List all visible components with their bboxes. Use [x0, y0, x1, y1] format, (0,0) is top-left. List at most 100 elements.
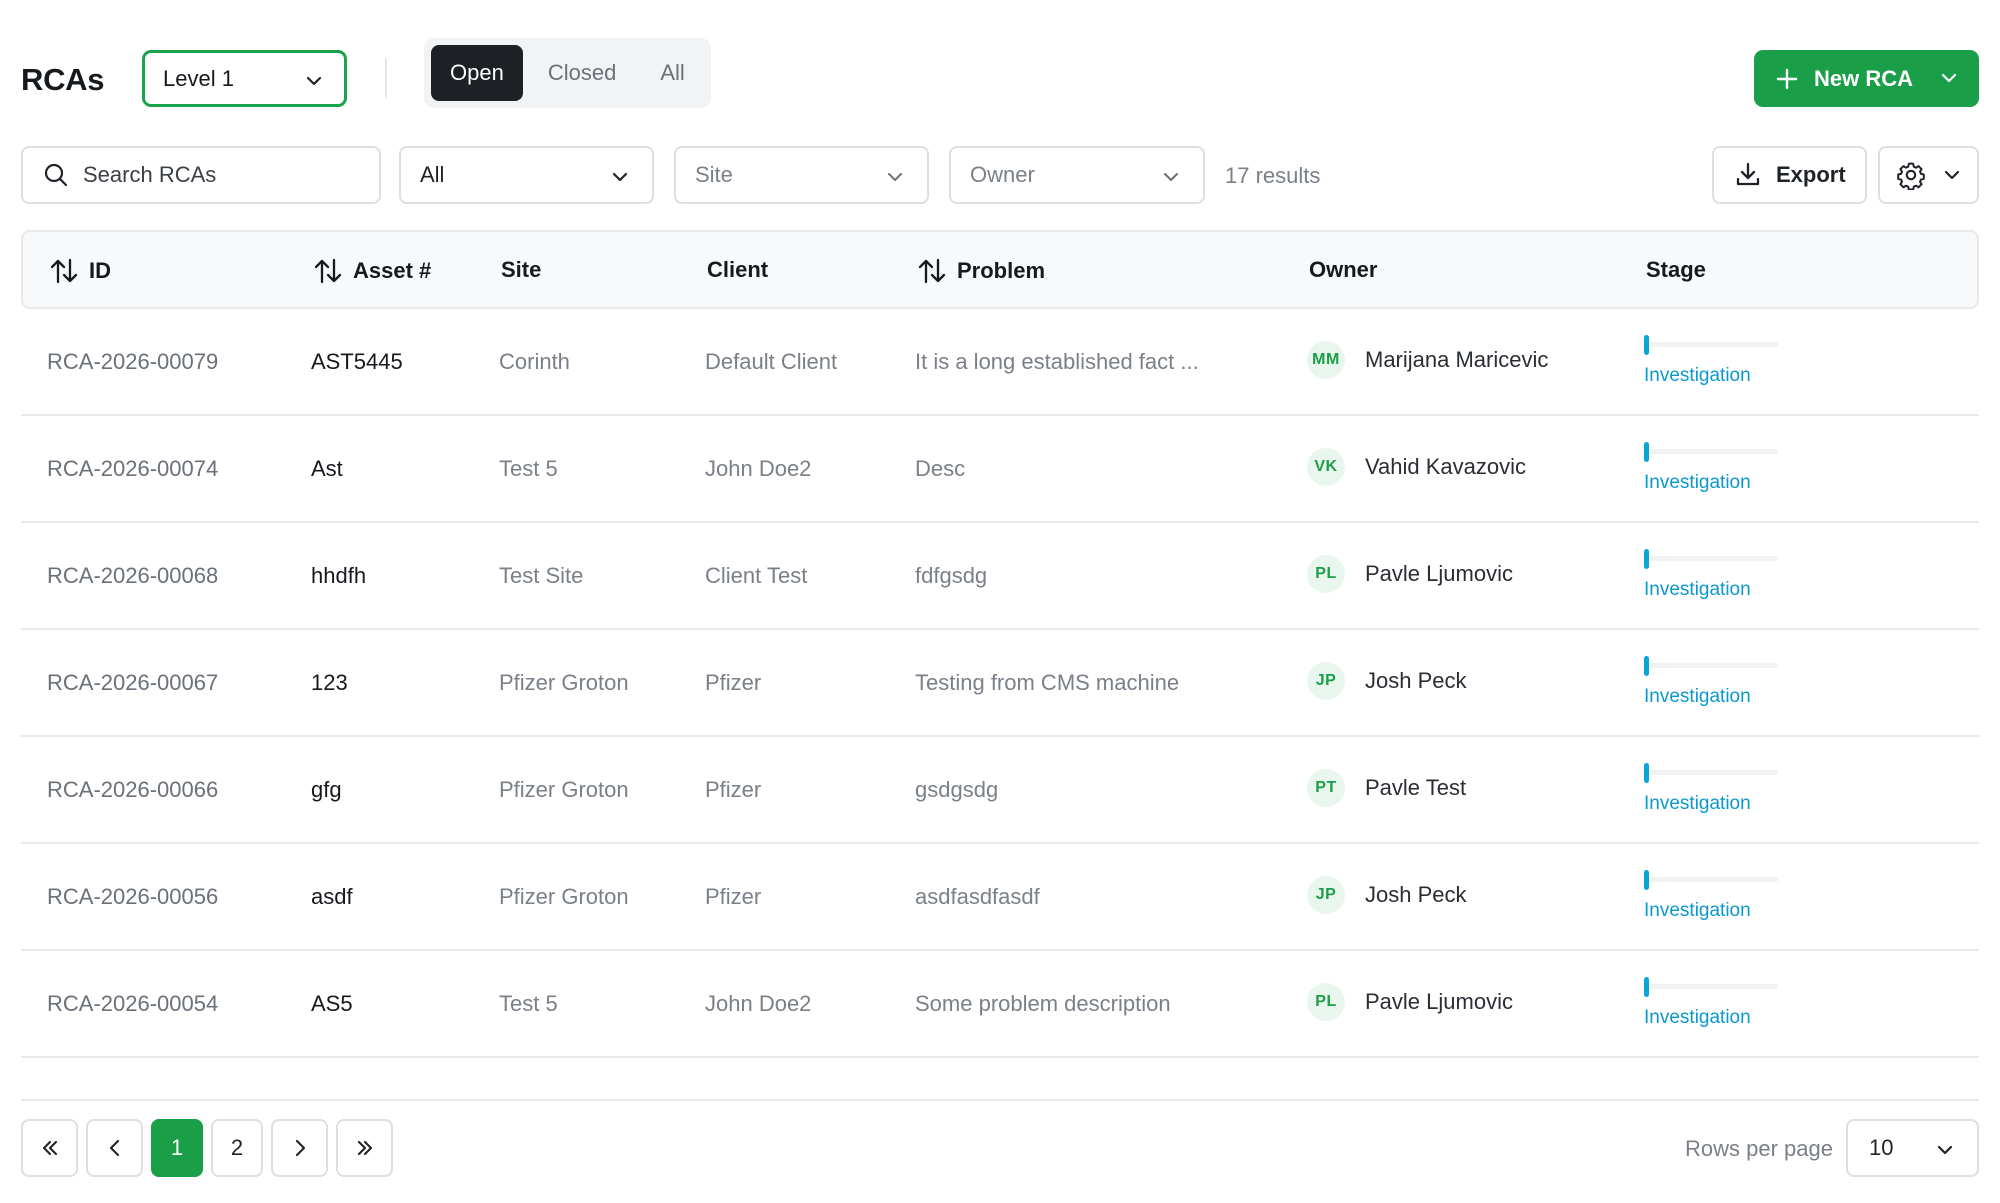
owner-name: Marijana Maricevic — [1365, 347, 1549, 372]
asset-number: asdf — [311, 884, 353, 909]
chevron-down-icon — [306, 76, 322, 86]
level-select[interactable]: Level 1 — [142, 50, 347, 107]
column-header-problem[interactable]: Problem — [917, 257, 1045, 285]
table-row[interactable]: RCA-2026-00066 gfg Pfizer Groton Pfizer … — [21, 737, 1979, 844]
stage-fill — [1644, 549, 1649, 569]
rca-table: ID Asset # Site Client Problem Owner Sta… — [21, 230, 1979, 1058]
type-filter-dropdown[interactable]: All — [399, 146, 654, 204]
tab-open[interactable]: Open — [431, 45, 523, 101]
problem-text: Desc — [915, 456, 966, 481]
owner: PL Pavle Ljumovic — [1307, 983, 1513, 1021]
stage-fill — [1644, 977, 1649, 997]
tab-all[interactable]: All — [641, 45, 703, 101]
column-label: Asset # — [353, 258, 432, 283]
client-name: Client Test — [705, 563, 808, 588]
client-name: Pfizer — [705, 884, 762, 909]
stage-progress: Investigation — [1644, 762, 1784, 815]
site-filter-dropdown[interactable]: Site — [674, 146, 929, 204]
type-filter-value: All — [420, 162, 445, 187]
owner: PT Pavle Test — [1307, 769, 1466, 807]
client-name: John Doe2 — [705, 456, 812, 481]
column-header-asset[interactable]: Asset # — [313, 257, 431, 285]
rca-id[interactable]: RCA-2026-00074 — [47, 456, 218, 482]
problem-text: gsdgsdg — [915, 777, 999, 802]
column-header-owner: Owner — [1309, 257, 1377, 283]
sort-icon — [50, 258, 78, 284]
stage-label: Investigation — [1644, 686, 1751, 707]
rca-id[interactable]: RCA-2026-00068 — [47, 563, 218, 589]
rca-id[interactable]: RCA-2026-00056 — [47, 884, 218, 910]
page-button-1[interactable]: 1 — [151, 1119, 203, 1177]
plus-icon — [1776, 68, 1798, 89]
new-rca-label: New RCA — [1814, 65, 1914, 91]
previous-page-button[interactable] — [86, 1119, 143, 1177]
status-tabs: Open Closed All — [424, 38, 711, 108]
problem-text: Testing from CMS machine — [915, 670, 1180, 695]
stage-label: Investigation — [1644, 900, 1751, 921]
table-row[interactable]: RCA-2026-00067 123 Pfizer Groton Pfizer … — [21, 630, 1979, 737]
stage-track — [1644, 335, 1778, 355]
owner: MM Marijana Maricevic — [1307, 341, 1548, 379]
chevron-down-icon — [1937, 1145, 1953, 1155]
chevrons-left-icon — [42, 1140, 57, 1156]
owner-name: Josh Peck — [1365, 668, 1467, 693]
table-row[interactable]: RCA-2026-00068 hhdfh Test Site Client Te… — [21, 523, 1979, 630]
search-field[interactable] — [21, 146, 381, 204]
owner-name: Pavle Ljumovic — [1365, 989, 1513, 1014]
owner-filter-dropdown[interactable]: Owner — [949, 146, 1205, 204]
next-page-button[interactable] — [271, 1119, 328, 1177]
chevron-down-icon — [1944, 170, 1960, 180]
stage-label: Investigation — [1644, 472, 1751, 493]
asset-number: AS5 — [311, 991, 353, 1016]
stage-track — [1644, 870, 1778, 890]
top-bar: RCAs Level 1 Open Closed All New RCA — [21, 38, 1979, 122]
problem-text: It is a long established fact ... — [915, 349, 1199, 374]
chevron-left-icon — [109, 1139, 119, 1157]
rca-id[interactable]: RCA-2026-00079 — [47, 349, 218, 375]
client-name: Pfizer — [705, 670, 762, 695]
export-label: Export — [1776, 162, 1846, 187]
rows-per-page-value: 10 — [1869, 1135, 1894, 1160]
column-label: Client — [707, 257, 769, 282]
stage-label: Investigation — [1644, 793, 1751, 814]
table-row[interactable]: RCA-2026-00074 Ast Test 5 John Doe2 Desc… — [21, 416, 1979, 523]
rows-per-page-label: Rows per page — [1685, 1136, 1833, 1161]
column-header-id[interactable]: ID — [49, 257, 111, 285]
site-filter-value: Site — [695, 162, 733, 187]
results-count: 17 results — [1225, 163, 1321, 188]
stage-progress: Investigation — [1644, 976, 1784, 1029]
asset-number: Ast — [311, 456, 343, 481]
chevrons-right-icon — [357, 1140, 372, 1156]
rca-id[interactable]: RCA-2026-00067 — [47, 670, 218, 696]
owner-name: Pavle Test — [1365, 775, 1467, 800]
search-input[interactable] — [83, 162, 343, 188]
client-name: John Doe2 — [705, 991, 812, 1016]
tab-closed[interactable]: Closed — [529, 45, 635, 101]
table-row[interactable]: RCA-2026-00054 AS5 Test 5 John Doe2 Some… — [21, 951, 1979, 1058]
stage-progress: Investigation — [1644, 655, 1784, 708]
avatar: PT — [1307, 769, 1345, 807]
stage-track — [1644, 656, 1778, 676]
column-settings-button[interactable] — [1878, 146, 1979, 204]
rca-id[interactable]: RCA-2026-00054 — [47, 991, 218, 1017]
rca-id[interactable]: RCA-2026-00066 — [47, 777, 218, 803]
owner-name: Pavle Ljumovic — [1365, 561, 1513, 586]
stage-progress: Investigation — [1644, 869, 1784, 922]
last-page-button[interactable] — [336, 1119, 393, 1177]
stage-track — [1644, 549, 1778, 569]
site-name: Pfizer Groton — [499, 670, 629, 695]
asset-number: hhdfh — [311, 563, 367, 588]
table-row[interactable]: RCA-2026-00056 asdf Pfizer Groton Pfizer… — [21, 844, 1979, 951]
page-button-2[interactable]: 2 — [211, 1119, 263, 1177]
chevron-down-icon — [1941, 73, 1957, 83]
export-button[interactable]: Export — [1712, 146, 1867, 204]
asset-number: 123 — [311, 670, 348, 695]
table-row[interactable]: RCA-2026-00079 AST5445 Corinth Default C… — [21, 309, 1979, 416]
gear-icon — [1897, 162, 1925, 190]
problem-text: Some problem description — [915, 991, 1171, 1016]
rows-per-page-select[interactable]: 10 — [1846, 1119, 1979, 1177]
first-page-button[interactable] — [21, 1119, 78, 1177]
new-rca-button[interactable]: New RCA — [1754, 50, 1979, 107]
stage-progress: Investigation — [1644, 441, 1784, 494]
chevron-down-icon — [1164, 173, 1178, 181]
